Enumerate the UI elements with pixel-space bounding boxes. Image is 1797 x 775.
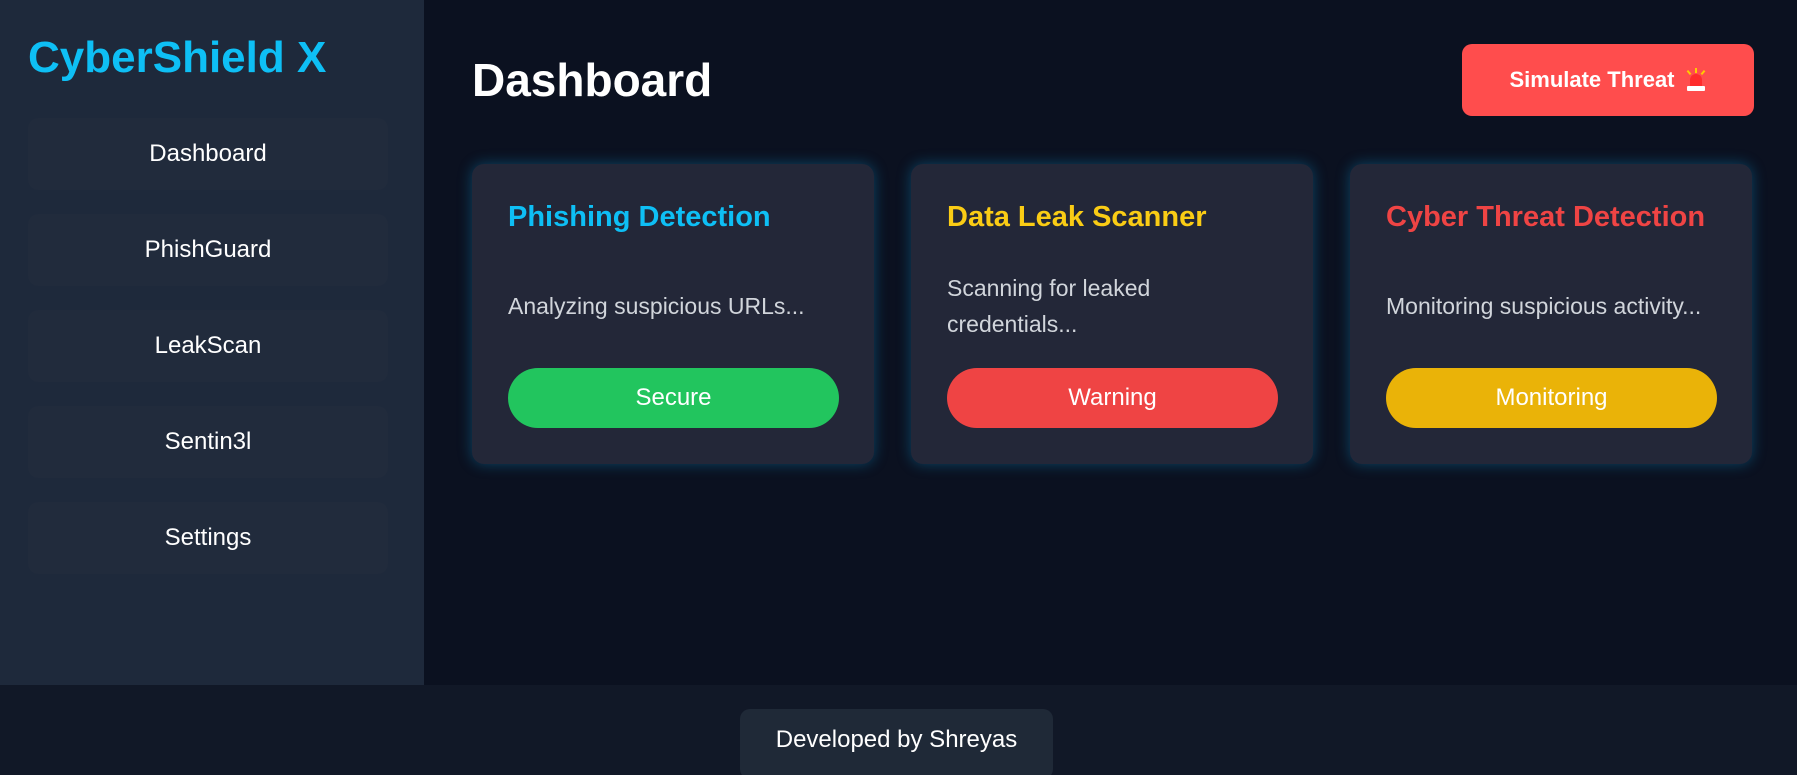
sidebar-item-phishguard[interactable]: PhishGuard [28, 214, 388, 286]
simulate-threat-button[interactable]: Simulate Threat [1462, 44, 1754, 116]
page-title: Dashboard [472, 54, 713, 106]
card-data-leak-scanner: Data Leak Scanner Scanning for leaked cr… [911, 164, 1313, 464]
sidebar-item-leakscan[interactable]: LeakScan [28, 310, 388, 382]
footer-credit: Developed by Shreyas [740, 709, 1053, 775]
status-badge-monitoring[interactable]: Monitoring [1386, 368, 1717, 428]
simulate-threat-label: Simulate Threat [1509, 67, 1675, 92]
status-badge-warning[interactable]: Warning [947, 368, 1278, 428]
footer: Developed by Shreyas [0, 685, 1797, 775]
card-title: Cyber Threat Detection [1386, 201, 1706, 233]
siren-icon [1685, 68, 1707, 92]
card-title: Phishing Detection [508, 201, 771, 233]
sidebar: CyberShield X Dashboard PhishGuard LeakS… [0, 0, 424, 685]
card-phishing-detection: Phishing Detection Analyzing suspicious … [472, 164, 874, 464]
app-root: CyberShield X Dashboard PhishGuard LeakS… [0, 0, 1797, 775]
card-title: Data Leak Scanner [947, 201, 1207, 233]
sidebar-item-settings[interactable]: Settings [28, 502, 388, 574]
sidebar-item-sentin3l[interactable]: Sentin3l [28, 406, 388, 478]
sidebar-nav: Dashboard PhishGuard LeakScan Sentin3l S… [28, 118, 396, 574]
sidebar-item-dashboard[interactable]: Dashboard [28, 118, 388, 190]
card-description: Scanning for leaked credentials... [947, 275, 1151, 337]
brand-logo: CyberShield X [28, 33, 327, 82]
card-description: Monitoring suspicious activity... [1386, 293, 1702, 319]
status-badge-secure[interactable]: Secure [508, 368, 839, 428]
status-cards: Phishing Detection Analyzing suspicious … [472, 164, 1752, 464]
card-description: Analyzing suspicious URLs... [508, 293, 805, 319]
card-cyber-threat-detection: Cyber Threat Detection Monitoring suspic… [1350, 164, 1752, 464]
main-content: Dashboard Simulate Threat Phishing Detec… [424, 0, 1797, 685]
